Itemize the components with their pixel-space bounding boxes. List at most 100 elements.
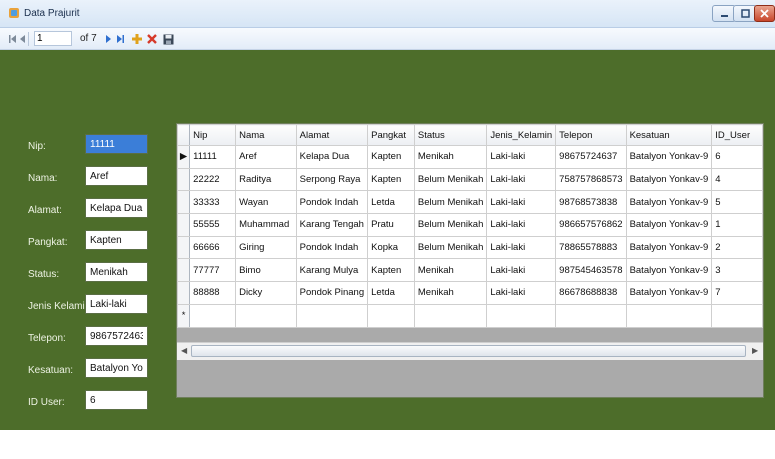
move-previous-button[interactable] bbox=[19, 32, 26, 46]
table-cell[interactable]: Kelapa Dua bbox=[295, 145, 369, 169]
table-cell[interactable]: 88888 bbox=[189, 281, 237, 305]
table-cell[interactable]: Laki-laki bbox=[486, 167, 557, 192]
table-cell[interactable]: Karang Mulya bbox=[295, 258, 369, 283]
table-cell[interactable]: Serpong Raya bbox=[295, 167, 369, 192]
table-cell[interactable]: Laki-laki bbox=[486, 213, 557, 237]
table-cell[interactable]: Menikah bbox=[413, 281, 488, 305]
table-row[interactable]: 77777 Bimo Karang Mulya Kapten Menikah L… bbox=[176, 258, 763, 283]
table-cell[interactable]: Dicky bbox=[235, 281, 297, 305]
table-cell[interactable]: Kapten bbox=[367, 258, 415, 283]
table-cell[interactable]: Muhammad bbox=[235, 213, 297, 237]
table-cell[interactable] bbox=[625, 303, 713, 328]
table-row[interactable]: 22222 Raditya Serpong Raya Kapten Belum … bbox=[176, 167, 763, 192]
column-header-id-user[interactable]: ID_User bbox=[711, 124, 763, 146]
table-cell[interactable]: Karang Tengah bbox=[295, 213, 369, 237]
new-row[interactable]: * bbox=[176, 303, 763, 328]
move-last-button[interactable] bbox=[115, 32, 125, 46]
horizontal-scrollbar[interactable]: ◀ ▶ bbox=[177, 342, 763, 360]
table-cell[interactable]: Bimo bbox=[235, 258, 297, 283]
table-cell[interactable]: 78865578883 bbox=[555, 235, 627, 260]
table-cell[interactable]: 7 bbox=[711, 281, 763, 305]
current-row-indicator[interactable]: ▶ bbox=[176, 145, 191, 169]
table-row[interactable]: ▶ 11111 Aref Kelapa Dua Kapten Menikah L… bbox=[176, 145, 763, 169]
table-cell[interactable]: Kopka bbox=[367, 235, 415, 260]
table-cell[interactable]: Menikah bbox=[413, 258, 488, 283]
table-cell[interactable]: Letda bbox=[367, 190, 415, 215]
table-cell[interactable]: Belum Menikah bbox=[413, 213, 488, 237]
status-field[interactable] bbox=[85, 262, 148, 282]
scrollbar-thumb[interactable] bbox=[191, 345, 746, 357]
table-cell[interactable]: Wayan bbox=[235, 190, 297, 215]
row-header[interactable] bbox=[176, 190, 191, 215]
column-header-nama[interactable]: Nama bbox=[235, 124, 297, 146]
table-row[interactable]: 55555 Muhammad Karang Tengah Pratu Belum… bbox=[176, 213, 763, 237]
table-cell[interactable]: Raditya bbox=[235, 167, 297, 192]
table-cell[interactable]: Laki-laki bbox=[486, 281, 557, 305]
save-button[interactable] bbox=[162, 32, 174, 46]
table-cell[interactable]: 5 bbox=[711, 190, 763, 215]
table-cell[interactable]: Pondok Indah bbox=[295, 235, 369, 260]
table-cell[interactable]: Aref bbox=[235, 145, 297, 169]
pangkat-field[interactable] bbox=[85, 230, 148, 250]
table-row[interactable]: 33333 Wayan Pondok Indah Letda Belum Men… bbox=[176, 190, 763, 215]
row-header[interactable] bbox=[176, 281, 191, 305]
table-cell[interactable]: Belum Menikah bbox=[413, 190, 488, 215]
table-cell[interactable]: Pondok Pinang bbox=[295, 281, 369, 305]
add-new-button[interactable] bbox=[131, 32, 143, 46]
table-cell[interactable]: Laki-laki bbox=[486, 258, 557, 283]
table-cell[interactable]: 986657576862 bbox=[555, 213, 627, 237]
id-user-field[interactable] bbox=[85, 390, 148, 410]
table-cell[interactable]: 987545463578 bbox=[555, 258, 627, 283]
table-cell[interactable]: 98675724637 bbox=[555, 145, 627, 169]
table-cell[interactable]: Batalyon Yonkav-9 bbox=[625, 258, 713, 283]
column-header-status[interactable]: Status bbox=[413, 124, 488, 146]
close-button[interactable] bbox=[754, 5, 775, 22]
table-cell[interactable] bbox=[235, 303, 297, 328]
table-cell[interactable]: Giring bbox=[235, 235, 297, 260]
table-cell[interactable]: Menikah bbox=[413, 145, 488, 169]
table-cell[interactable] bbox=[413, 303, 488, 328]
table-cell[interactable]: 3 bbox=[711, 258, 763, 283]
table-cell[interactable]: 1 bbox=[711, 213, 763, 237]
table-cell[interactable]: Batalyon Yonkav-9 bbox=[625, 235, 713, 260]
table-cell[interactable] bbox=[367, 303, 415, 328]
nip-field[interactable] bbox=[85, 134, 148, 154]
jenis-kelamin-field[interactable] bbox=[85, 294, 148, 314]
table-cell[interactable]: Belum Menikah bbox=[413, 235, 488, 260]
table-cell[interactable]: Batalyon Yonkav-9 bbox=[625, 167, 713, 192]
table-cell[interactable]: 758757868573 bbox=[555, 167, 627, 192]
table-cell[interactable]: Kapten bbox=[367, 145, 415, 169]
table-cell[interactable]: Kapten bbox=[367, 167, 415, 192]
move-first-button[interactable] bbox=[8, 32, 17, 46]
table-cell[interactable]: Laki-laki bbox=[486, 145, 557, 169]
table-cell[interactable]: Pondok Indah bbox=[295, 190, 369, 215]
table-cell[interactable] bbox=[189, 303, 237, 328]
table-cell[interactable] bbox=[555, 303, 627, 328]
table-cell[interactable]: 77777 bbox=[189, 258, 237, 283]
table-cell[interactable]: Laki-laki bbox=[486, 235, 557, 260]
column-header-telepon[interactable]: Telepon bbox=[555, 124, 627, 146]
kesatuan-field[interactable] bbox=[85, 358, 148, 378]
table-cell[interactable] bbox=[711, 303, 763, 328]
table-cell[interactable]: Batalyon Yonkav-9 bbox=[625, 281, 713, 305]
table-cell[interactable]: 86678688838 bbox=[555, 281, 627, 305]
row-header[interactable] bbox=[176, 235, 191, 260]
table-cell[interactable]: 2 bbox=[711, 235, 763, 260]
alamat-field[interactable] bbox=[85, 198, 148, 218]
row-header[interactable] bbox=[176, 258, 191, 283]
table-cell[interactable]: 22222 bbox=[189, 167, 237, 192]
table-cell[interactable]: 66666 bbox=[189, 235, 237, 260]
column-header-nip[interactable]: Nip bbox=[189, 124, 237, 146]
table-cell[interactable]: 4 bbox=[711, 167, 763, 192]
table-cell[interactable]: 33333 bbox=[189, 190, 237, 215]
nama-field[interactable] bbox=[85, 166, 148, 186]
telepon-field[interactable] bbox=[85, 326, 148, 346]
row-header[interactable] bbox=[176, 213, 191, 237]
table-cell[interactable]: 11111 bbox=[189, 145, 237, 169]
table-cell[interactable]: Letda bbox=[367, 281, 415, 305]
table-cell[interactable]: 6 bbox=[711, 145, 763, 169]
position-input[interactable] bbox=[34, 31, 72, 46]
table-cell[interactable]: Batalyon Yonkav-9 bbox=[625, 213, 713, 237]
table-row[interactable]: 88888 Dicky Pondok Pinang Letda Menikah … bbox=[176, 281, 763, 305]
move-next-button[interactable] bbox=[104, 32, 112, 46]
